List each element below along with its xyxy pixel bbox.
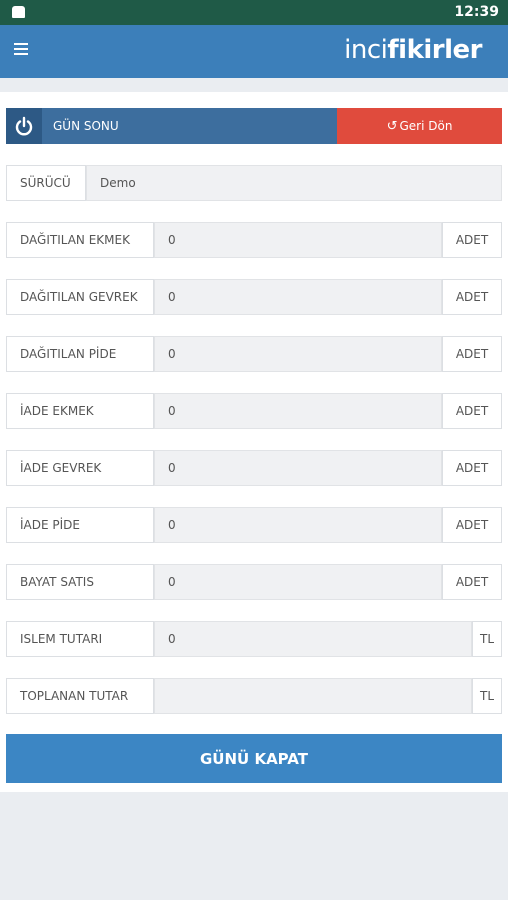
row-value-field[interactable] [154,507,442,543]
row-value-field[interactable] [154,678,472,714]
row-label: İADE PİDE [6,507,154,543]
row-unit: ADET [442,279,502,315]
row-unit: ADET [442,336,502,372]
row-unit: ADET [442,393,502,429]
hamburger-menu-icon[interactable] [14,43,28,55]
brand-logo: incifikirler [344,35,482,65]
undo-icon: ↺ [386,118,398,134]
driver-row: SÜRÜCÜ [6,165,502,201]
status-bar: 12:39 [0,0,508,25]
row-value-field[interactable] [154,222,442,258]
form-row: ISLEM TUTARI TL [6,621,502,657]
row-label: TOPLANAN TUTAR [6,678,154,714]
row-value-field[interactable] [154,450,442,486]
power-icon [6,108,42,144]
header-title-bar: GÜN SONU [6,108,337,144]
status-time: 12:39 [454,4,499,20]
driver-field[interactable] [86,165,502,201]
row-unit: ADET [442,222,502,258]
form-row: İADE EKMEK ADET [6,393,502,429]
row-unit: TL [472,621,502,657]
driver-label: SÜRÜCÜ [6,165,86,201]
row-label: DAĞITILAN GEVREK [6,279,154,315]
row-value-field[interactable] [154,279,442,315]
form-row: DAĞITILAN EKMEK ADET [6,222,502,258]
form-row: DAĞITILAN GEVREK ADET [6,279,502,315]
row-unit: ADET [442,450,502,486]
close-day-button[interactable]: GÜNÜ KAPAT [6,734,502,783]
app-bar: incifikirler [0,25,508,78]
brand-light-text: inci [344,35,388,65]
row-unit: ADET [442,507,502,543]
row-label: DAĞITILAN EKMEK [6,222,154,258]
back-button[interactable]: ↺ Geri Dön [337,108,502,144]
row-value-field[interactable] [154,393,442,429]
row-value-field[interactable] [154,336,442,372]
row-label: BAYAT SATIS [6,564,154,600]
row-label: İADE GEVREK [6,450,154,486]
brand-bold-text: fikirler [387,35,482,65]
form-row: BAYAT SATIS ADET [6,564,502,600]
row-unit: TL [472,678,502,714]
row-label: DAĞITILAN PİDE [6,336,154,372]
row-unit: ADET [442,564,502,600]
row-value-field[interactable] [154,564,442,600]
back-button-label: Geri Dön [399,118,453,133]
row-value-field[interactable] [154,621,472,657]
page-title: GÜN SONU [53,119,119,133]
form-row: İADE PİDE ADET [6,507,502,543]
form-row: TOPLANAN TUTAR TL [6,678,502,714]
notification-icon [12,6,25,18]
row-label: ISLEM TUTARI [6,621,154,657]
form-row: İADE GEVREK ADET [6,450,502,486]
form-row: DAĞITILAN PİDE ADET [6,336,502,372]
row-label: İADE EKMEK [6,393,154,429]
header-bar: GÜN SONU ↺ Geri Dön [6,108,502,144]
